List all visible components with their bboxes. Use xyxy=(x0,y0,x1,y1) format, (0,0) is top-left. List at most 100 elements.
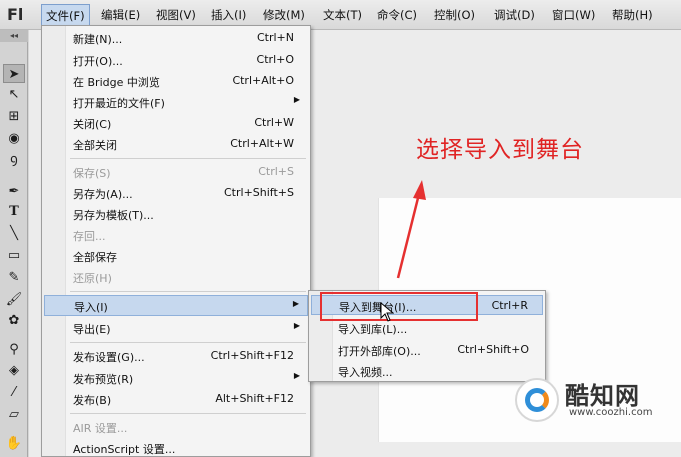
menu-item-browse-bridge[interactable]: 在 Bridge 中浏览 Ctrl+Alt+O xyxy=(44,71,308,92)
selection-tool-icon[interactable]: ➤ xyxy=(3,64,25,83)
menu-item-shortcut: Ctrl+Alt+W xyxy=(230,137,294,150)
menu-item-label: 另存为模板(T)... xyxy=(73,209,154,222)
menu-item-shortcut: Ctrl+S xyxy=(258,165,294,178)
pencil-tool-icon[interactable]: ✎ xyxy=(3,268,25,287)
menu-window[interactable]: 窗口(W) xyxy=(552,7,595,23)
menu-item-save-as-template[interactable]: 另存为模板(T)... xyxy=(44,204,308,225)
free-transform-tool-icon[interactable]: ⊞ xyxy=(3,107,25,126)
menu-item-open-external-library[interactable]: 打开外部库(O)... Ctrl+Shift+O xyxy=(311,340,543,360)
menu-separator xyxy=(70,342,306,343)
menu-item-import[interactable]: 导入(I) ▶ xyxy=(44,295,308,316)
line-tool-icon[interactable]: ╲ xyxy=(3,224,25,243)
3d-rotation-tool-icon[interactable]: ◉ xyxy=(3,129,25,148)
watermark-logo-icon xyxy=(515,378,559,422)
annotation-arrow-icon xyxy=(396,180,426,279)
menu-separator xyxy=(70,291,306,292)
paint-bucket-tool-icon[interactable]: ◈ xyxy=(3,361,25,380)
collapse-arrows-icon[interactable]: ◂◂ xyxy=(0,30,28,42)
menu-insert[interactable]: 插入(I) xyxy=(211,7,246,23)
menu-item-shortcut: Ctrl+O xyxy=(256,53,294,66)
subselection-tool-icon[interactable]: ↖ xyxy=(3,85,25,104)
menu-item-label: 发布预览(R) xyxy=(73,373,134,386)
hand-tool-icon[interactable]: ✋ xyxy=(3,434,25,453)
watermark-name: 酷知网 xyxy=(565,382,640,410)
menu-item-shortcut: Ctrl+Shift+O xyxy=(457,343,529,356)
menu-separator xyxy=(70,158,306,159)
menu-item-label: 新建(N)... xyxy=(73,33,123,46)
bone-tool-icon[interactable]: ⚲ xyxy=(3,340,25,359)
menu-item-label: 发布(B) xyxy=(73,394,112,407)
menu-item-open-recent[interactable]: 打开最近的文件(F) ▶ xyxy=(44,92,308,113)
menu-item-label: 全部关闭 xyxy=(73,139,117,152)
menu-commands[interactable]: 命令(C) xyxy=(377,7,417,23)
menu-item-label: 导入(I) xyxy=(74,301,108,314)
menu-item-actionscript-settings[interactable]: ActionScript 设置... xyxy=(44,438,308,457)
menu-item-label: 存回... xyxy=(73,230,106,243)
menu-item-shortcut: Ctrl+Shift+F12 xyxy=(210,349,294,362)
menu-item-export[interactable]: 导出(E) ▶ xyxy=(44,318,308,339)
menu-edit[interactable]: 编辑(E) xyxy=(101,7,140,23)
menu-item-shortcut: Ctrl+R xyxy=(491,299,528,312)
menu-item-shortcut: Ctrl+Shift+S xyxy=(224,186,294,199)
menu-item-label: 打开外部库(O)... xyxy=(338,345,421,358)
menu-item-revert[interactable]: 还原(H) xyxy=(44,267,308,288)
menu-item-shortcut: Alt+Shift+F12 xyxy=(215,392,294,405)
menu-file[interactable]: 文件(F) xyxy=(41,4,90,26)
file-menu-dropdown: 新建(N)... Ctrl+N 打开(O)... Ctrl+O 在 Bridge… xyxy=(41,25,311,457)
eraser-tool-icon[interactable]: ▱ xyxy=(3,405,25,424)
submenu-arrow-icon: ▶ xyxy=(293,321,300,330)
menu-item-label: 保存(S) xyxy=(73,167,111,180)
menu-item-shortcut: Ctrl+Alt+O xyxy=(232,74,294,87)
menu-item-save[interactable]: 保存(S) Ctrl+S xyxy=(44,162,308,183)
menu-help[interactable]: 帮助(H) xyxy=(612,7,653,23)
menu-item-label: 打开(O)... xyxy=(73,55,123,68)
menu-item-label: 全部保存 xyxy=(73,251,117,264)
menu-item-publish-preview[interactable]: 发布预览(R) ▶ xyxy=(44,368,308,389)
menu-item-air-settings[interactable]: AIR 设置... xyxy=(44,417,308,438)
watermark-url: www.coozhi.com xyxy=(569,407,653,418)
menu-item-close-all[interactable]: 全部关闭 Ctrl+Alt+W xyxy=(44,134,308,155)
menu-item-label: 发布设置(G)... xyxy=(73,351,145,364)
text-tool-icon[interactable]: T xyxy=(3,202,25,221)
eyedropper-tool-icon[interactable]: ⁄ xyxy=(3,383,25,402)
menu-item-check-in[interactable]: 存回... xyxy=(44,225,308,246)
app-logo: Fl xyxy=(7,5,24,24)
pen-tool-icon[interactable]: ✒ xyxy=(3,182,25,201)
menu-item-new[interactable]: 新建(N)... Ctrl+N xyxy=(44,28,308,49)
mouse-cursor-icon xyxy=(380,302,394,322)
submenu-arrow-icon: ▶ xyxy=(293,371,300,380)
menu-item-publish-settings[interactable]: 发布设置(G)... Ctrl+Shift+F12 xyxy=(44,346,308,367)
menu-item-label: 导出(E) xyxy=(73,323,111,336)
menu-item-save-as[interactable]: 另存为(A)... Ctrl+Shift+S xyxy=(44,183,308,204)
menu-item-import-to-library[interactable]: 导入到库(L)... xyxy=(311,318,543,338)
annotation-text: 选择导入到舞台 xyxy=(416,137,584,163)
menu-item-shortcut: Ctrl+N xyxy=(256,31,294,44)
menu-debug[interactable]: 调试(D) xyxy=(494,7,535,23)
menu-item-label: 打开最近的文件(F) xyxy=(73,97,165,110)
menu-view[interactable]: 视图(V) xyxy=(156,7,196,23)
menu-text[interactable]: 文本(T) xyxy=(323,7,362,23)
lasso-tool-icon[interactable]: ꝯ xyxy=(3,150,25,169)
menu-separator xyxy=(70,413,306,414)
menu-control[interactable]: 控制(O) xyxy=(434,7,475,23)
menu-item-label: 在 Bridge 中浏览 xyxy=(73,76,160,89)
menu-modify[interactable]: 修改(M) xyxy=(263,7,305,23)
annotation-highlight-box xyxy=(320,292,478,321)
rectangle-tool-icon[interactable]: ▭ xyxy=(3,246,25,265)
menu-item-publish[interactable]: 发布(B) Alt+Shift+F12 xyxy=(44,389,308,410)
menu-item-label: 导入视频... xyxy=(338,366,393,379)
menu-item-close[interactable]: 关闭(C) Ctrl+W xyxy=(44,113,308,134)
menu-item-label: 关闭(C) xyxy=(73,118,112,131)
submenu-arrow-icon: ▶ xyxy=(292,299,299,308)
brush-tool-icon[interactable]: 🖌 xyxy=(3,290,25,309)
menu-item-save-all[interactable]: 全部保存 xyxy=(44,246,308,267)
menu-item-label: 导入到库(L)... xyxy=(338,323,408,336)
menu-item-open[interactable]: 打开(O)... Ctrl+O xyxy=(44,50,308,71)
deco-tool-icon[interactable]: ✿ xyxy=(3,311,25,330)
tools-panel: ◂◂ ➤ ↖ ⊞ ◉ ꝯ ✒ T ╲ ▭ ✎ 🖌 ✿ ⚲ ◈ ⁄ ▱ ✋ xyxy=(0,30,28,457)
menu-item-label: AIR 设置... xyxy=(73,422,128,435)
menu-item-label: 还原(H) xyxy=(73,272,112,285)
submenu-arrow-icon: ▶ xyxy=(293,95,300,104)
menu-item-label: 另存为(A)... xyxy=(73,188,133,201)
watermark: 酷知网 www.coozhi.com xyxy=(503,372,675,430)
